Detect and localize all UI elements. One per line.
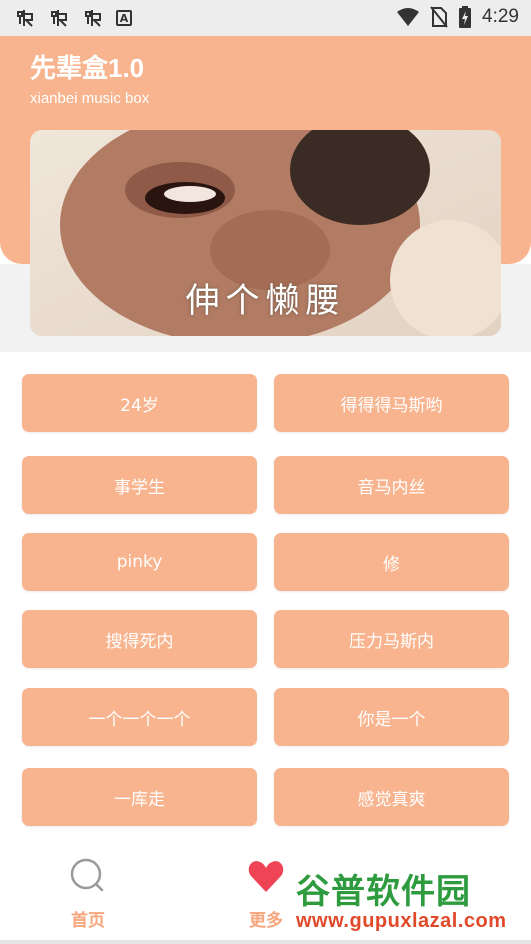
bug-icon: [17, 10, 33, 27]
a-box-icon: A: [116, 10, 132, 26]
sound-button-4[interactable]: 音马内丝: [274, 456, 509, 514]
status-right-icons: 4:29: [396, 6, 519, 28]
search-circle-icon: [70, 858, 104, 892]
battery-charging-icon: [459, 6, 472, 28]
status-left-icons: A: [14, 6, 132, 30]
sound-button-12[interactable]: 感觉真爽: [274, 768, 509, 826]
tab-home-label: 首页: [71, 911, 105, 931]
sound-button-10[interactable]: 你是一个: [274, 688, 509, 746]
app-subtitle: xianbei music box: [30, 90, 150, 107]
banner-caption: 伸个懒腰: [185, 281, 346, 321]
bottom-edge: [0, 940, 531, 944]
site-watermark: 谷普软件园 www.gupuxlazal.com: [292, 860, 528, 940]
watermark-url: www.gupuxlazal.com: [296, 910, 507, 932]
banner-image[interactable]: 伸个懒腰: [30, 130, 501, 336]
sound-button-1[interactable]: 24岁: [22, 374, 257, 432]
wifi-icon: [397, 8, 420, 26]
sound-button-9[interactable]: 一个一个一个: [22, 688, 257, 746]
bug-icon: [85, 10, 101, 27]
sound-button-11[interactable]: 一库走: [22, 768, 257, 826]
tab-home[interactable]: 首页: [28, 846, 148, 931]
sound-button-2[interactable]: 得得得马斯哟: [274, 374, 509, 432]
sound-button-6[interactable]: 修: [274, 533, 509, 591]
no-sim-icon: [430, 6, 448, 28]
bug-icon: [51, 10, 67, 27]
status-time: 4:29: [482, 6, 519, 27]
sound-button-8[interactable]: 压力马斯内: [274, 610, 509, 668]
app-title: 先辈盒1.0: [30, 53, 145, 83]
sound-button-5[interactable]: pinky: [22, 533, 257, 591]
sound-button-7[interactable]: 搜得死内: [22, 610, 257, 668]
sound-button-3[interactable]: 事学生: [22, 456, 257, 514]
heart-icon: [248, 861, 284, 892]
status-bar: A 4:29: [0, 0, 531, 36]
watermark-name: 谷普软件园: [296, 872, 471, 912]
